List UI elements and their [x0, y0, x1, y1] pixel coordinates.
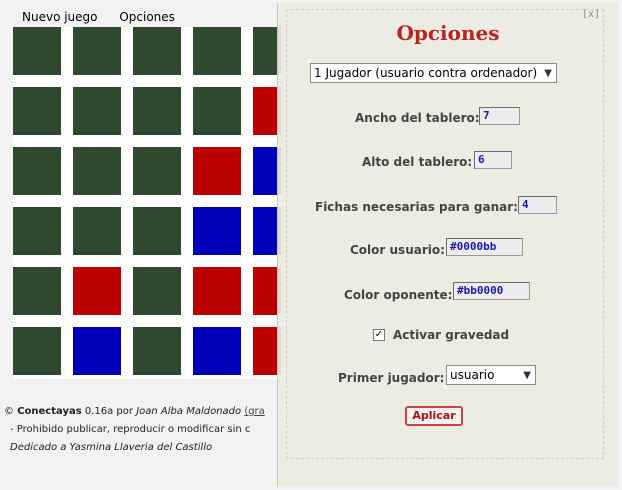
empty-cell[interactable]	[193, 87, 241, 135]
notice-text: - Prohibido publicar, reproducir o modif…	[10, 424, 251, 435]
empty-cell[interactable]	[133, 147, 181, 195]
author-link[interactable]: (gra	[244, 406, 265, 417]
empty-cell[interactable]	[13, 27, 61, 75]
board-width-input[interactable]: 7	[479, 107, 520, 125]
empty-cell[interactable]	[133, 27, 181, 75]
board-height-input[interactable]: 6	[474, 151, 512, 169]
empty-cell[interactable]	[133, 327, 181, 375]
footer: © Conectayas 0.16a por Joan Alba Maldona…	[4, 403, 294, 457]
opponent-color-input[interactable]: #bb0000	[453, 282, 530, 300]
chevron-down-icon: ▼	[544, 68, 552, 79]
top-menu: Nuevo juego Opciones	[22, 10, 193, 24]
blue-piece[interactable]	[193, 207, 241, 255]
empty-cell[interactable]	[193, 27, 241, 75]
game-board[interactable]	[13, 27, 281, 379]
win-count-input[interactable]: 4	[518, 196, 557, 214]
empty-cell[interactable]	[13, 87, 61, 135]
dedication-text: Dedicado a Yasmina Llaveria del Castillo	[10, 442, 213, 453]
first-player-value: usuario	[450, 368, 495, 382]
game-mode-select[interactable]: 1 Jugador (usuario contra ordenador) ▼	[310, 63, 557, 83]
user-color-label: Color usuario:	[350, 243, 445, 257]
new-game-link[interactable]: Nuevo juego	[22, 10, 98, 24]
options-panel: [x] Opciones 1 Jugador (usuario contra o…	[277, 3, 618, 487]
game-mode-value: 1 Jugador (usuario contra ordenador)	[314, 66, 538, 80]
gravity-checkbox[interactable]: ✓	[373, 329, 385, 341]
close-button[interactable]: [x]	[582, 9, 600, 20]
first-player-label: Primer jugador:	[338, 371, 445, 385]
opponent-color-label: Color oponente:	[344, 288, 453, 302]
version-text: 0.16a por	[84, 406, 134, 417]
empty-cell[interactable]	[133, 267, 181, 315]
options-title: Opciones	[396, 21, 500, 45]
board-width-label: Ancho del tablero:	[355, 111, 480, 125]
empty-cell[interactable]	[73, 87, 121, 135]
empty-cell[interactable]	[133, 207, 181, 255]
credits-line: © Conectayas 0.16a por Joan Alba Maldona…	[4, 403, 294, 421]
empty-cell[interactable]	[133, 87, 181, 135]
gravity-label: Activar gravedad	[393, 328, 510, 342]
red-piece[interactable]	[193, 147, 241, 195]
empty-cell[interactable]	[13, 267, 61, 315]
win-count-label: Fichas necesarias para ganar:	[315, 200, 518, 214]
red-piece[interactable]	[193, 267, 241, 315]
chevron-down-icon: ▼	[523, 370, 531, 381]
first-player-select[interactable]: usuario ▼	[446, 365, 536, 385]
copyright-symbol: ©	[4, 406, 14, 417]
board-height-label: Alto del tablero:	[362, 155, 473, 169]
empty-cell[interactable]	[13, 147, 61, 195]
empty-cell[interactable]	[73, 207, 121, 255]
empty-cell[interactable]	[13, 207, 61, 255]
blue-piece[interactable]	[193, 327, 241, 375]
app-name: Conectayas	[17, 406, 82, 417]
empty-cell[interactable]	[73, 147, 121, 195]
apply-button[interactable]: Aplicar	[405, 406, 463, 426]
author-name: Joan Alba Maldonado	[136, 406, 242, 417]
empty-cell[interactable]	[73, 27, 121, 75]
blue-piece[interactable]	[73, 327, 121, 375]
empty-cell[interactable]	[13, 327, 61, 375]
red-piece[interactable]	[73, 267, 121, 315]
user-color-input[interactable]: #0000bb	[446, 238, 523, 256]
options-link[interactable]: Opciones	[119, 10, 175, 24]
